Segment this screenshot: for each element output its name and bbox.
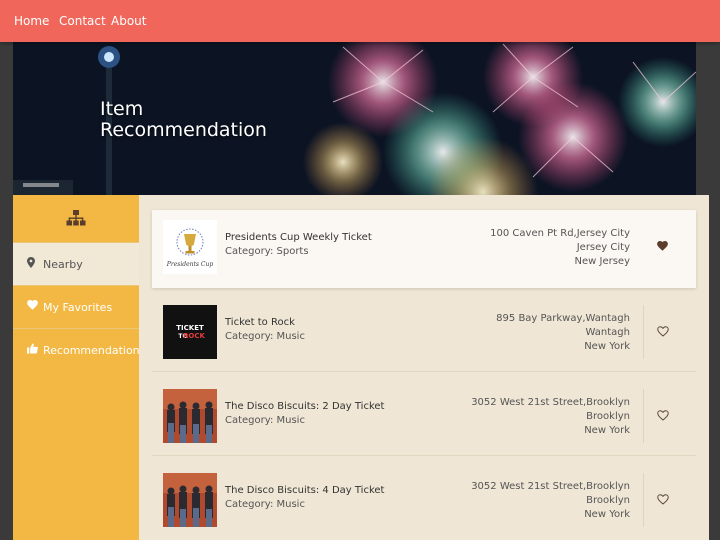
address-state: New Jersey [574,256,630,267]
heart-filled-icon[interactable] [657,241,668,251]
rock-text: ROCK [183,332,205,340]
sidebar: Nearby My Favorites Recommendation [13,195,140,540]
band-photo [163,473,217,527]
top-navbar: Home Contact About [0,0,720,42]
hero-banner: Item Recommendation [13,42,696,195]
item-name[interactable]: Ticket to Rock [225,317,295,328]
address-line: 100 Caven Pt Rd,Jersey City [490,228,630,239]
ticket-text: TICKET [176,324,204,332]
sidebar-item-label: My Favorites [43,301,113,314]
item-category: Category: Music [225,331,305,342]
band-photo [163,389,217,443]
item-card[interactable]: Presidents Cup Presidents Cup Weekly Tic… [152,210,696,288]
presidents-cup-text: Presidents Cup [166,261,214,268]
item-list: Presidents Cup Presidents Cup Weekly Tic… [139,195,709,540]
thumbs-up-icon [27,343,38,354]
item-address: 100 Caven Pt Rd,Jersey City Jersey City … [490,227,630,269]
heart-outline-icon[interactable] [657,326,669,337]
item-address: 3052 West 21st Street,Brooklyn Brooklyn … [471,480,630,522]
address-city: Brooklyn [586,495,630,506]
sidebar-item-recommendation[interactable]: Recommendation [13,328,140,372]
item-name[interactable]: Presidents Cup Weekly Ticket [225,232,372,243]
sidebar-item-my-favorites[interactable]: My Favorites [13,285,139,329]
divider [643,473,644,527]
address-state: New York [584,509,630,520]
nav-home-link[interactable]: Home [14,14,49,28]
divider [152,455,696,456]
item-card[interactable]: The Disco Biscuits: 2 Day Ticket Categor… [152,379,696,457]
address-city: Wantagh [585,327,630,338]
divider [643,389,644,443]
sidebar-header [13,195,139,242]
sidebar-item-nearby[interactable]: Nearby [13,242,139,286]
heart-outline-icon[interactable] [657,410,669,421]
address-line: 3052 West 21st Street,Brooklyn [471,481,630,492]
map-marker-icon [27,257,35,268]
sitemap-icon [66,210,86,226]
item-card[interactable]: TICKET TO ROCK Ticket to Rock Category: … [152,295,696,373]
divider [152,371,696,372]
page-title-line1: Item [100,98,144,120]
address-state: New York [584,425,630,436]
page-margin [709,195,720,540]
sidebar-item-label: Recommendation [43,344,140,357]
address-line: 3052 West 21st Street,Brooklyn [471,397,630,408]
item-address: 3052 West 21st Street,Brooklyn Brooklyn … [471,396,630,438]
page-title: Item Recommendation [100,99,267,141]
divider [643,305,644,359]
item-category: Category: Music [225,415,305,426]
ticket-to-rock-logo: TICKET TO ROCK [163,305,217,359]
presidents-cup-logo: Presidents Cup [163,220,217,274]
address-city: Jersey City [576,242,630,253]
address-line: 895 Bay Parkway,Wantagh [496,313,630,324]
nav-about-link[interactable]: About [111,14,146,28]
item-name[interactable]: The Disco Biscuits: 4 Day Ticket [225,485,384,496]
item-category: Category: Music [225,499,305,510]
item-address: 895 Bay Parkway,Wantagh Wantagh New York [496,312,630,354]
heart-icon [27,300,38,310]
item-name[interactable]: The Disco Biscuits: 2 Day Ticket [225,401,384,412]
item-category: Category: Sports [225,246,309,257]
sidebar-item-label: Nearby [43,258,83,271]
page-title-line2: Recommendation [100,119,267,141]
heart-outline-icon[interactable] [657,494,669,505]
item-card[interactable]: The Disco Biscuits: 4 Day Ticket Categor… [152,463,696,540]
nav-contact-link[interactable]: Contact [59,14,106,28]
address-state: New York [584,341,630,352]
address-city: Brooklyn [586,411,630,422]
